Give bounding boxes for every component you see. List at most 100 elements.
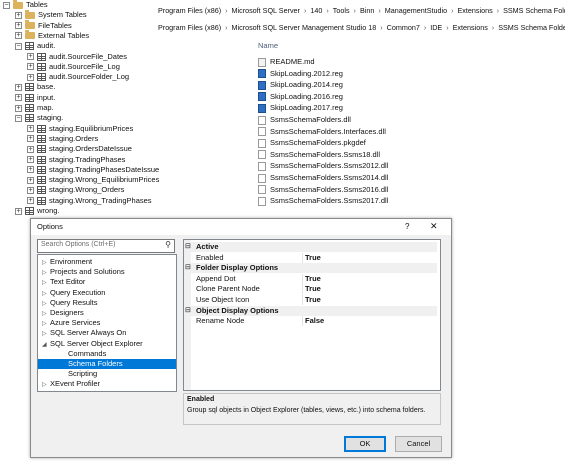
help-button[interactable]: ? [405, 222, 409, 231]
property-row[interactable]: Enabled True [184, 252, 437, 263]
tree-node[interactable]: − audit. [15, 41, 55, 51]
breadcrumb-item[interactable]: Extensions [458, 2, 493, 20]
options-tree-item[interactable]: ◢ SQL Server Object Explorer [38, 339, 176, 349]
file-item[interactable]: README.md [258, 56, 315, 67]
options-tree-item[interactable]: ▷ Query Execution [38, 288, 176, 298]
expand-icon[interactable]: + [27, 125, 34, 133]
options-tree-item[interactable]: ▷ Text Editor [38, 277, 176, 287]
property-row[interactable]: Rename Node False [184, 316, 437, 327]
search-box[interactable]: Search Options (Ctrl+E) ⚲ [37, 239, 175, 253]
tree-node[interactable]: + staging.OrdersDateIssue [27, 144, 132, 154]
file-item[interactable]: SkipLoading.2014.reg [258, 79, 343, 90]
tree-node[interactable]: + base. [15, 82, 55, 92]
breadcrumb-item[interactable]: Microsoft SQL Server [232, 2, 300, 20]
property-value[interactable]: False [305, 316, 324, 326]
expand-icon[interactable]: + [27, 156, 34, 164]
property-value[interactable]: True [305, 284, 321, 294]
expand-icon[interactable]: + [27, 186, 34, 194]
file-item[interactable]: SkipLoading.2016.reg [258, 91, 343, 102]
tree-node[interactable]: + input. [15, 93, 55, 103]
options-tree-item[interactable]: Scripting [38, 369, 176, 379]
collapse-icon[interactable]: ⊟ [185, 242, 191, 252]
collapse-icon[interactable]: ⊟ [185, 263, 191, 273]
file-item[interactable]: SkipLoading.2012.reg [258, 68, 343, 79]
expand-icon[interactable]: + [15, 11, 22, 19]
file-list-header[interactable]: Name [258, 41, 278, 50]
options-tree-item[interactable]: ▷ XEvent Profiler [38, 379, 176, 389]
close-icon[interactable]: ✕ [430, 221, 438, 232]
property-row[interactable]: Append Dot True [184, 273, 437, 284]
collapse-icon[interactable]: − [15, 114, 22, 122]
breadcrumb-item[interactable]: Microsoft SQL Server Management Studio 1… [232, 19, 377, 37]
expand-icon[interactable]: + [27, 145, 34, 153]
options-tree-item[interactable]: ▷ Environment [38, 257, 176, 267]
breadcrumb-item[interactable]: Extensions [453, 19, 488, 37]
expand-icon[interactable]: + [27, 53, 34, 61]
file-item[interactable]: SsmsSchemaFolders.pkgdef [258, 137, 366, 148]
property-value[interactable]: True [305, 295, 321, 305]
expand-icon[interactable]: + [15, 94, 22, 102]
tree-node[interactable]: + staging.Wrong_EquilibriumPrices [27, 175, 159, 185]
property-value[interactable]: True [305, 253, 321, 263]
expand-icon[interactable]: + [27, 73, 34, 81]
collapse-icon[interactable]: − [3, 1, 10, 9]
collapse-icon[interactable]: − [15, 42, 22, 50]
tree-node[interactable]: + FileTables [15, 20, 72, 31]
file-item[interactable]: SsmsSchemaFolders.Ssms2017.dll [258, 195, 388, 206]
address-bar-1[interactable]: Program Files (x86) › Microsoft SQL Server… [158, 2, 565, 20]
tree-node[interactable]: + External Tables [15, 30, 89, 41]
breadcrumb-item[interactable]: SSMS Schema Folders [503, 2, 565, 20]
file-item[interactable]: SsmsSchemaFolders.Interfaces.dll [258, 126, 386, 137]
expand-icon[interactable]: + [27, 135, 34, 143]
tree-node[interactable]: + staging.TradingPhasesDateIssue [27, 165, 159, 175]
tree-node[interactable]: − Tables [3, 0, 48, 10]
expand-icon[interactable]: + [27, 197, 34, 205]
breadcrumb-item[interactable]: ManagementStudio [385, 2, 447, 20]
address-bar-2[interactable]: Program Files (x86) › Microsoft SQL Server… [158, 19, 565, 37]
property-category[interactable]: ⊟ Object Display Options [184, 305, 437, 316]
breadcrumb-item[interactable]: Tools [333, 2, 350, 20]
tree-node[interactable]: + staging.TradingPhases [27, 155, 125, 165]
breadcrumb-item[interactable]: SSMS Schema Folders [498, 19, 565, 37]
property-row[interactable]: Clone Parent Node True [184, 284, 437, 295]
tree-node[interactable]: − staging. [15, 113, 63, 123]
breadcrumb-item[interactable]: Binn [360, 2, 374, 20]
tree-node[interactable]: + staging.EquilibriumPrices [27, 124, 133, 134]
ok-button[interactable]: OK [344, 436, 386, 452]
expand-icon[interactable]: + [15, 32, 22, 40]
file-item[interactable]: SkipLoading.2017.reg [258, 102, 343, 113]
expand-icon[interactable]: + [15, 207, 22, 215]
options-tree-item[interactable]: Commands [38, 349, 176, 359]
breadcrumb-item[interactable]: Common7 [387, 19, 420, 37]
search-icon[interactable]: ⚲ [165, 240, 171, 249]
collapse-icon[interactable]: ⊟ [185, 306, 191, 316]
file-item[interactable]: SsmsSchemaFolders.Ssms2016.dll [258, 184, 388, 195]
file-item[interactable]: SsmsSchemaFolders.dll [258, 114, 351, 125]
file-item[interactable]: SsmsSchemaFolders.Ssms2012.dll [258, 160, 388, 171]
options-tree-item[interactable]: ▷ Azure Services [38, 318, 176, 328]
tree-node[interactable]: + audit.SourceFile_Dates [27, 52, 127, 62]
breadcrumb-item[interactable]: 140 [310, 2, 322, 20]
tree-node[interactable]: + audit.SourceFile_Log [27, 62, 120, 72]
breadcrumb-item[interactable]: Program Files (x86) [158, 19, 221, 37]
options-tree-item[interactable]: ▷ Query Results [38, 298, 176, 308]
property-category[interactable]: ⊟ Folder Display Options [184, 263, 437, 274]
file-item[interactable]: SsmsSchemaFolders.Ssms18.dll [258, 149, 380, 160]
expand-icon[interactable]: + [15, 83, 22, 91]
tree-node[interactable]: + staging.Orders [27, 134, 98, 144]
options-tree-item[interactable]: Schema Folders [38, 359, 176, 369]
file-item[interactable]: SsmsSchemaFolders.Ssms2014.dll [258, 172, 388, 183]
options-tree-item[interactable]: ▷ Designers [38, 308, 176, 318]
expand-arrow-icon[interactable]: ▷ [42, 380, 50, 390]
cancel-button[interactable]: Cancel [395, 436, 442, 452]
expand-icon[interactable]: + [15, 104, 22, 112]
breadcrumb-item[interactable]: IDE [430, 19, 442, 37]
expand-icon[interactable]: + [27, 63, 34, 71]
options-tree-item[interactable]: ▷ Projects and Solutions [38, 267, 176, 277]
expand-icon[interactable]: + [27, 166, 34, 174]
tree-node[interactable]: + audit.SourceFolder_Log [27, 72, 129, 82]
expand-icon[interactable]: + [15, 22, 22, 30]
tree-node[interactable]: + map. [15, 103, 54, 113]
breadcrumb-item[interactable]: Program Files (x86) [158, 2, 221, 20]
property-row[interactable]: Use Object Icon True [184, 295, 437, 305]
